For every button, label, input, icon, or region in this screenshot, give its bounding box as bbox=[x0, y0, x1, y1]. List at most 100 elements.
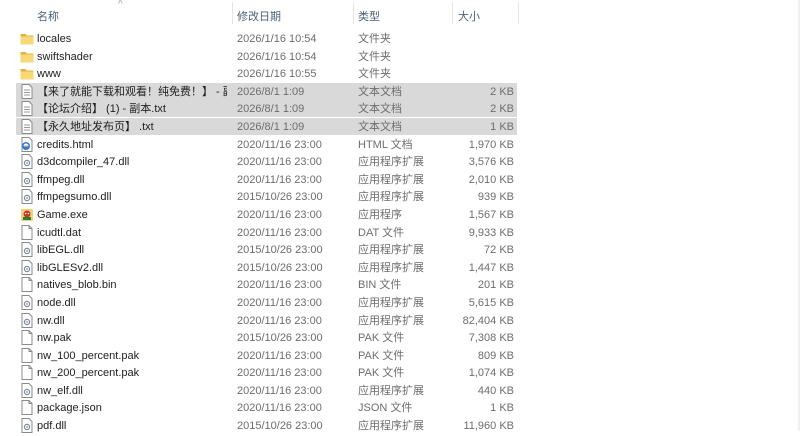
file-row[interactable]: libGLESv2.dll 2015/10/26 23:00 应用程序扩展 1,447… bbox=[0, 259, 800, 277]
file-type: 文本文档 bbox=[358, 85, 402, 98]
file-row[interactable]: nw_200_percent.pak 2020/11/16 23:00 PAK 文件… bbox=[0, 364, 800, 382]
file-row[interactable]: credits.html 2020/11/16 23:00 HTML 文档 1,970… bbox=[0, 136, 800, 154]
file-name[interactable]: natives_blob.bin bbox=[37, 278, 227, 292]
file-type: BIN 文件 bbox=[358, 279, 402, 292]
file-name[interactable]: ffmpeg.dll bbox=[37, 173, 227, 187]
file-name[interactable]: ffmpegsumo.dll bbox=[37, 190, 227, 204]
file-type: PAK 文件 bbox=[358, 367, 405, 380]
file-type: 应用程序扩展 bbox=[358, 173, 424, 186]
file-row[interactable]: locales 2026/1/16 10:54 文件夹 bbox=[0, 30, 800, 48]
column-divider[interactable] bbox=[232, 2, 233, 24]
file-name[interactable]: node.dll bbox=[37, 296, 227, 310]
text-file-icon bbox=[20, 118, 34, 134]
file-size: 809 KB bbox=[477, 349, 514, 362]
file-row[interactable]: nw.pak 2015/10/26 23:00 PAK 文件 7,308 KB bbox=[0, 329, 800, 347]
file-name[interactable]: 【论坛介绍】 (1) - 副本.txt bbox=[37, 102, 227, 116]
file-type: 应用程序 bbox=[358, 208, 402, 221]
column-header-size[interactable]: 大小 bbox=[458, 8, 480, 24]
column-header-date[interactable]: 修改日期 bbox=[237, 8, 281, 24]
column-divider[interactable] bbox=[452, 2, 453, 24]
file-name[interactable]: swiftshader bbox=[37, 50, 227, 64]
file-date: 2020/11/16 23:00 bbox=[237, 226, 322, 239]
column-header-type[interactable]: 类型 bbox=[358, 8, 380, 24]
column-header-name[interactable]: 名称 bbox=[37, 8, 59, 24]
file-name[interactable]: nw.pak bbox=[37, 331, 227, 345]
file-size: 5,615 KB bbox=[468, 296, 514, 309]
file-row[interactable]: natives_blob.bin 2020/11/16 23:00 BIN 文件 20… bbox=[0, 276, 800, 294]
column-divider[interactable] bbox=[518, 2, 519, 24]
file-row[interactable]: 【来了就能下载和观看！纯免费！】 - 副... 2026/8/1 1:09 文本文档… bbox=[0, 82, 800, 101]
file-type: 文件夹 bbox=[358, 68, 391, 81]
file-date: 2026/1/16 10:55 bbox=[237, 68, 317, 81]
file-row[interactable]: pdf.dll 2015/10/26 23:00 应用程序扩展 11,960 KB bbox=[0, 417, 800, 435]
file-size: 2,010 KB bbox=[468, 173, 514, 186]
file-size: 1,074 KB bbox=[468, 367, 514, 380]
file-date: 2020/11/16 23:00 bbox=[237, 296, 322, 309]
file-name[interactable]: Game.exe bbox=[37, 208, 227, 222]
file-row[interactable]: package.json 2020/11/16 23:00 JSON 文件 1 KB bbox=[0, 399, 800, 417]
file-row[interactable]: 【论坛介绍】 (1) - 副本.txt 2026/8/1 1:09 文本文档 2 KB bbox=[0, 100, 800, 118]
file-name[interactable]: nw_elf.dll bbox=[37, 384, 227, 398]
file-row[interactable]: nw_elf.dll 2020/11/16 23:00 应用程序扩展 440 KB bbox=[0, 382, 800, 400]
file-date: 2020/11/16 23:00 bbox=[237, 349, 322, 362]
file-type: 文件夹 bbox=[358, 50, 391, 63]
file-size: 2 KB bbox=[490, 103, 514, 116]
dll-file-icon bbox=[20, 154, 34, 170]
file-row[interactable]: ffmpeg.dll 2020/11/16 23:00 应用程序扩展 2,010 KB bbox=[0, 171, 800, 189]
generic-file-icon bbox=[20, 347, 34, 363]
file-name[interactable]: libEGL.dll bbox=[37, 243, 227, 257]
file-type: 应用程序扩展 bbox=[358, 314, 424, 327]
file-type: HTML 文档 bbox=[358, 138, 413, 151]
file-type: JSON 文件 bbox=[358, 402, 413, 415]
file-row[interactable]: node.dll 2020/11/16 23:00 应用程序扩展 5,615 KB bbox=[0, 294, 800, 312]
file-row[interactable]: d3dcompiler_47.dll 2020/11/16 23:00 应用程序扩展… bbox=[0, 153, 800, 171]
file-name[interactable]: credits.html bbox=[37, 138, 227, 152]
file-name[interactable]: locales bbox=[37, 32, 227, 46]
file-name[interactable]: libGLESv2.dll bbox=[37, 261, 227, 275]
file-date: 2020/11/16 23:00 bbox=[237, 384, 322, 397]
file-type: PAK 文件 bbox=[358, 349, 405, 362]
file-type: 应用程序扩展 bbox=[358, 156, 424, 169]
file-size: 1,567 KB bbox=[468, 208, 514, 221]
dll-file-icon bbox=[20, 312, 34, 328]
file-name[interactable]: www bbox=[37, 67, 227, 81]
file-row[interactable]: 【永久地址发布页】 .txt 2026/8/1 1:09 文本文档 1 KB bbox=[0, 117, 800, 136]
file-name[interactable]: nw_200_percent.pak bbox=[37, 366, 227, 380]
folder-icon bbox=[20, 66, 34, 81]
file-date: 2020/11/16 23:00 bbox=[237, 173, 322, 186]
file-name[interactable]: d3dcompiler_47.dll bbox=[37, 155, 227, 169]
file-name[interactable]: 【永久地址发布页】 .txt bbox=[37, 120, 227, 134]
generic-file-icon bbox=[20, 400, 34, 416]
generic-file-icon bbox=[20, 365, 34, 381]
file-row[interactable]: nw_100_percent.pak 2020/11/16 23:00 PAK 文件… bbox=[0, 347, 800, 365]
text-file-icon bbox=[20, 83, 34, 99]
file-date: 2015/10/26 23:00 bbox=[237, 332, 323, 345]
file-name[interactable]: nw.dll bbox=[37, 314, 227, 328]
file-row[interactable]: ffmpegsumo.dll 2015/10/26 23:00 应用程序扩展 939 … bbox=[0, 188, 800, 206]
dll-file-icon bbox=[20, 242, 34, 258]
column-divider[interactable] bbox=[353, 2, 354, 24]
file-name[interactable]: nw_100_percent.pak bbox=[37, 349, 227, 363]
file-date: 2026/1/16 10:54 bbox=[237, 33, 317, 45]
file-row[interactable]: www 2026/1/16 10:55 文件夹 bbox=[0, 65, 800, 83]
file-row[interactable]: nw.dll 2020/11/16 23:00 应用程序扩展 82,404 KB bbox=[0, 312, 800, 330]
file-size: 1 KB bbox=[490, 120, 514, 133]
file-type: 应用程序扩展 bbox=[358, 191, 424, 204]
file-row[interactable]: icudtl.dat 2020/11/16 23:00 DAT 文件 9,933 KB bbox=[0, 224, 800, 242]
file-date: 2026/8/1 1:09 bbox=[237, 103, 305, 116]
text-file-icon bbox=[20, 101, 34, 117]
file-name[interactable]: 【来了就能下载和观看！纯免费！】 - 副... bbox=[37, 85, 227, 99]
file-type: 应用程序扩展 bbox=[358, 384, 424, 397]
file-name[interactable]: package.json bbox=[37, 401, 227, 415]
file-size: 201 KB bbox=[477, 279, 514, 292]
file-size: 7,308 KB bbox=[468, 332, 514, 345]
folder-icon bbox=[20, 31, 34, 46]
file-row[interactable]: swiftshader 2026/1/16 10:54 文件夹 bbox=[0, 48, 800, 66]
file-size: 440 KB bbox=[477, 384, 514, 397]
file-name[interactable]: icudtl.dat bbox=[37, 226, 227, 240]
column-header: 名称 ^ 修改日期 类型 大小 bbox=[0, 0, 800, 26]
game-exe-icon bbox=[20, 207, 34, 222]
file-row[interactable]: Game.exe 2020/11/16 23:00 应用程序 1,567 KB bbox=[0, 206, 800, 224]
file-date: 2020/11/16 23:00 bbox=[237, 314, 322, 327]
file-row[interactable]: libEGL.dll 2015/10/26 23:00 应用程序扩展 72 KB bbox=[0, 241, 800, 259]
